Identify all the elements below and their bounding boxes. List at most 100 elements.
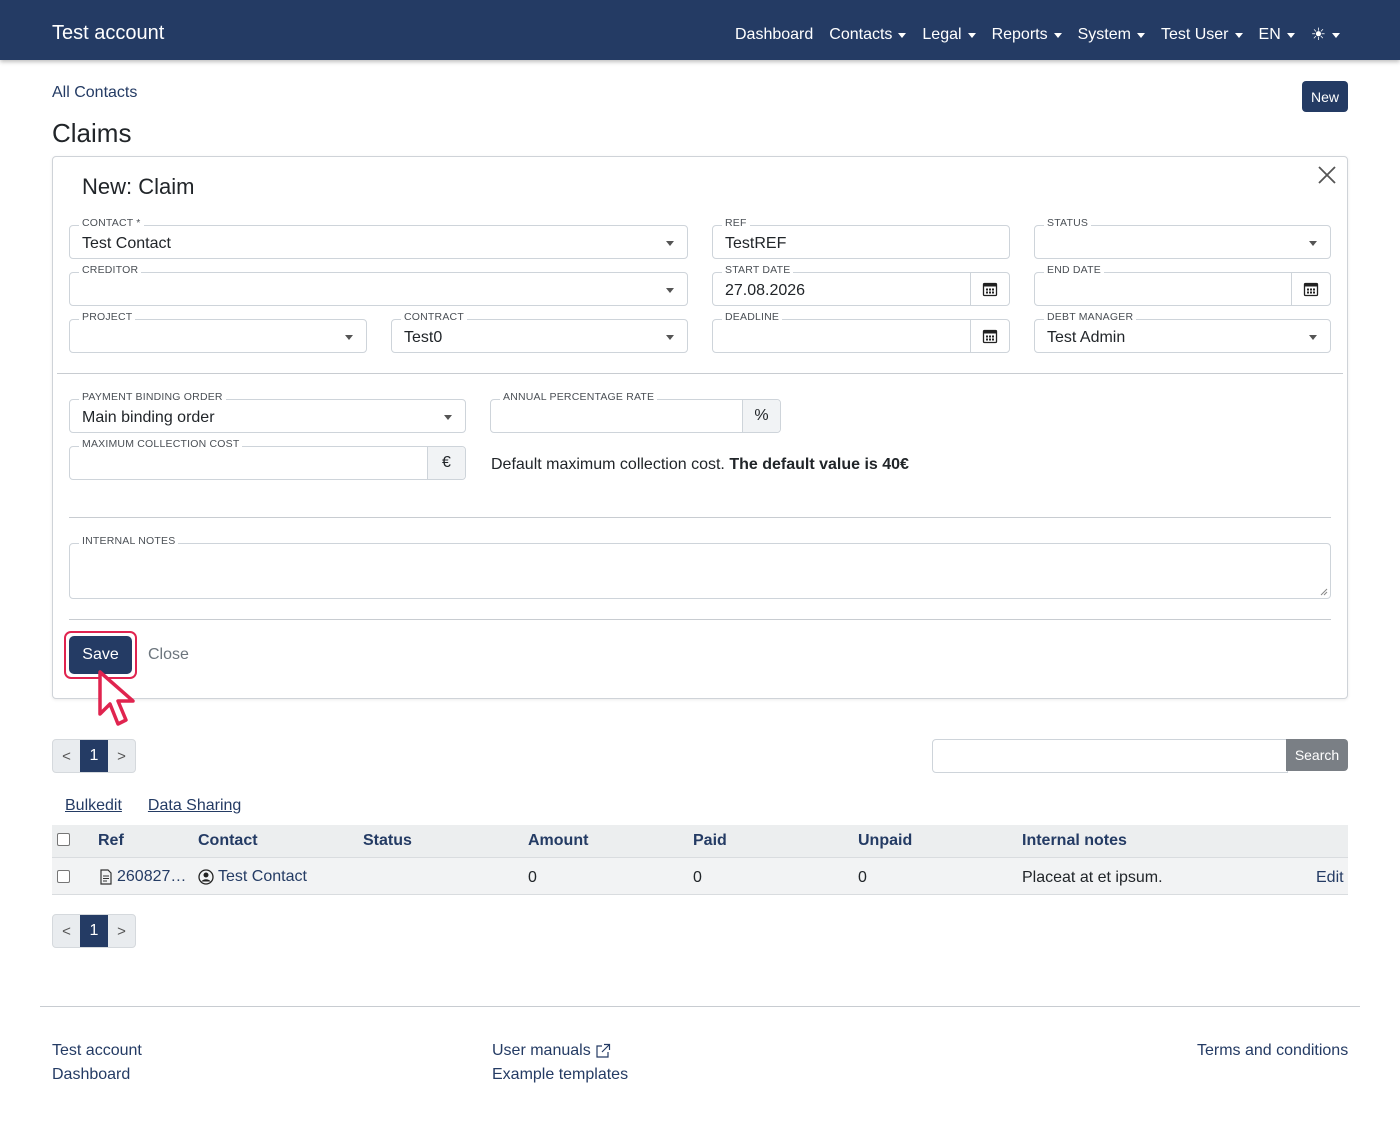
breadcrumb-all-contacts[interactable]: All Contacts xyxy=(52,84,137,102)
project-label: PROJECT xyxy=(79,311,136,323)
ref-value: TestREF xyxy=(725,235,787,252)
pagination-page-1[interactable]: 1 xyxy=(80,915,108,947)
brand-link[interactable]: Test account xyxy=(52,22,164,45)
row-contact-link[interactable]: Test Contact xyxy=(198,868,307,886)
nav-reports[interactable]: Reports xyxy=(992,26,1062,44)
pagination-prev[interactable]: < xyxy=(53,915,80,947)
dropdown-arrow-icon xyxy=(1309,335,1317,340)
payment-binding-order-label: PAYMENT BINDING ORDER xyxy=(79,391,226,403)
dropdown-arrow-icon xyxy=(666,241,674,246)
pagination-next[interactable]: > xyxy=(108,740,135,772)
start-date-value: 27.08.2026 xyxy=(725,282,806,299)
nav-system[interactable]: System xyxy=(1078,26,1145,44)
nav-theme-toggle[interactable]: ☀ xyxy=(1311,26,1340,44)
row-internal-notes: Placeat at et ipsum. xyxy=(1022,869,1163,886)
col-amount[interactable]: Amount xyxy=(528,832,588,850)
divider xyxy=(69,619,1331,620)
pagination-page-1[interactable]: 1 xyxy=(80,740,108,772)
table-actions: Bulkedit Data Sharing xyxy=(65,797,241,815)
pointer-cursor-icon xyxy=(98,670,135,726)
new-claim-form: New: Claim CONTACT * Test Contact REF Te… xyxy=(52,156,1348,726)
deadline-input[interactable]: DEADLINE xyxy=(712,311,1010,353)
row-checkbox[interactable] xyxy=(57,870,70,883)
nav-dashboard-label: Dashboard xyxy=(734,26,814,43)
search-button[interactable]: Search xyxy=(1286,739,1348,771)
contact-label: CONTACT * xyxy=(79,217,144,229)
annual-percentage-rate-input[interactable]: ANNUAL PERCENTAGE RATE % xyxy=(490,391,781,433)
data-sharing-link[interactable]: Data Sharing xyxy=(148,797,241,815)
project-select[interactable]: PROJECT xyxy=(69,311,367,353)
table-header: Ref Contact Status Amount Paid Unpaid In… xyxy=(52,825,1348,858)
calendar-icon[interactable] xyxy=(970,320,1009,352)
dropdown-arrow-icon xyxy=(1309,241,1317,246)
max-collection-cost-label: MAXIMUM COLLECTION COST xyxy=(79,438,243,450)
caret-down-icon xyxy=(1332,32,1340,38)
nav-language[interactable]: EN xyxy=(1259,26,1295,44)
row-edit-link[interactable]: Edit xyxy=(1316,869,1344,887)
pagination-prev[interactable]: < xyxy=(53,740,80,772)
nav-language-label: EN xyxy=(1258,26,1281,43)
contract-label: CONTRACT xyxy=(401,311,467,323)
bulkedit-link[interactable]: Bulkedit xyxy=(65,797,122,815)
nav-legal[interactable]: Legal xyxy=(922,26,976,44)
calendar-icon[interactable] xyxy=(1291,273,1330,305)
resize-handle-icon[interactable] xyxy=(1320,588,1328,596)
footer-test-account-link[interactable]: Test account xyxy=(52,1042,142,1060)
ref-label: REF xyxy=(722,217,750,229)
euro-addon: € xyxy=(427,447,465,479)
nav-user-menu[interactable]: Test User xyxy=(1161,26,1243,44)
col-paid[interactable]: Paid xyxy=(693,832,727,850)
caret-down-icon xyxy=(1286,32,1295,38)
footer-user-manuals-link[interactable]: User manuals xyxy=(492,1042,611,1060)
dropdown-arrow-icon xyxy=(345,335,353,340)
creditor-label: CREDITOR xyxy=(79,264,142,276)
row-contact: Test Contact xyxy=(218,868,307,885)
start-date-label: START DATE xyxy=(722,264,794,276)
footer-dashboard-link[interactable]: Dashboard xyxy=(52,1066,130,1084)
col-contact[interactable]: Contact xyxy=(198,832,258,850)
ref-input[interactable]: REF TestREF xyxy=(712,217,1010,259)
search-input[interactable] xyxy=(932,739,1288,773)
contact-value: Test Contact xyxy=(82,235,171,252)
pagination-next[interactable]: > xyxy=(108,915,135,947)
status-select[interactable]: STATUS xyxy=(1034,217,1331,259)
calendar-icon[interactable] xyxy=(970,273,1009,305)
footer-example-templates-link[interactable]: Example templates xyxy=(492,1066,628,1084)
nav-contacts[interactable]: Contacts xyxy=(829,26,907,44)
row-ref-link[interactable]: 260827… xyxy=(99,868,186,886)
status-label: STATUS xyxy=(1044,217,1092,229)
contact-select[interactable]: CONTACT * Test Contact xyxy=(69,217,688,259)
pagination-bottom: < 1 > xyxy=(52,914,136,948)
debt-manager-label: DEBT MANAGER xyxy=(1044,311,1137,323)
annual-percentage-rate-label: ANNUAL PERCENTAGE RATE xyxy=(500,391,658,403)
debt-manager-select[interactable]: DEBT MANAGER Test Admin xyxy=(1034,311,1331,353)
close-icon[interactable] xyxy=(1315,163,1339,187)
max-collection-cost-input[interactable]: MAXIMUM COLLECTION COST € xyxy=(69,438,466,480)
nav-dashboard[interactable]: Dashboard xyxy=(735,26,813,44)
start-date-input[interactable]: START DATE 27.08.2026 xyxy=(712,264,1010,306)
close-button[interactable]: Close xyxy=(148,646,189,664)
col-internal-notes[interactable]: Internal notes xyxy=(1022,832,1127,850)
creditor-select[interactable]: CREDITOR xyxy=(69,264,688,306)
end-date-input[interactable]: END DATE xyxy=(1034,264,1331,306)
nav-reports-label: Reports xyxy=(991,26,1048,43)
page-title: Claims xyxy=(52,118,132,148)
select-all-checkbox[interactable] xyxy=(57,833,70,846)
caret-down-icon xyxy=(1136,32,1145,38)
new-button[interactable]: New xyxy=(1302,81,1348,112)
payment-binding-order-select[interactable]: PAYMENT BINDING ORDER Main binding order xyxy=(69,391,466,433)
divider xyxy=(57,373,1343,374)
external-link-icon xyxy=(596,1043,610,1058)
dropdown-arrow-icon xyxy=(666,288,674,293)
dropdown-arrow-icon xyxy=(444,415,452,420)
col-unpaid[interactable]: Unpaid xyxy=(858,832,912,850)
contract-select[interactable]: CONTRACT Test0 xyxy=(391,311,688,353)
main-nav: Dashboard Contacts Legal Reports System … xyxy=(735,26,1340,44)
col-ref[interactable]: Ref xyxy=(98,832,124,850)
internal-notes-textarea[interactable]: INTERNAL NOTES xyxy=(69,535,1331,599)
caret-down-icon xyxy=(1053,32,1062,38)
col-status[interactable]: Status xyxy=(363,832,412,850)
nav-legal-label: Legal xyxy=(922,26,962,43)
footer-terms-link[interactable]: Terms and conditions xyxy=(1197,1042,1348,1060)
contract-value: Test0 xyxy=(404,329,443,346)
